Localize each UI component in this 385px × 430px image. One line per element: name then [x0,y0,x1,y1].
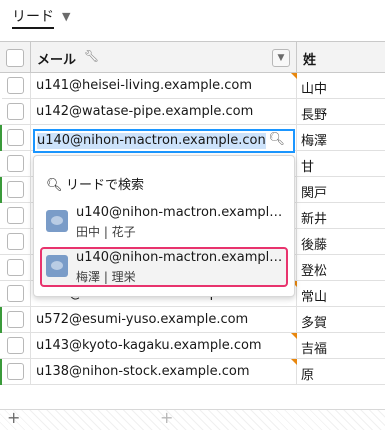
column-divider [30,255,31,281]
grid-header: メール 🔧︎ ▼ 姓 [0,41,385,73]
column-menu-button[interactable]: ▼ [272,49,290,67]
last-name-cell[interactable]: 甘 [301,156,314,175]
column-divider [30,125,31,151]
tab-leads[interactable]: リード [12,8,54,29]
lookup-result-item[interactable]: u140@nihon-mactron.example.c... 田中 | 花子 [40,202,288,242]
row-checkbox[interactable] [7,129,24,146]
search-icon: 🔍︎ [46,178,63,193]
lookup-result-name: 田中 | 花子 [76,225,136,239]
plus-icon[interactable]: + [7,408,20,427]
row-checkbox[interactable] [7,103,24,120]
row-checkbox[interactable] [7,181,24,198]
wrench-icon: 🔧︎ [84,49,100,63]
last-name-cell[interactable]: 原 [301,364,314,383]
row-checkbox[interactable] [7,155,24,172]
column-header-last-name[interactable]: 姓 [303,49,316,68]
row-checkbox[interactable] [7,363,24,380]
email-edit-value[interactable]: u140@nihon-mactron.example.con [37,133,266,149]
email-cell[interactable]: u572@esumi-yuso.example.com [36,312,248,327]
table-row[interactable]: u572@esumi-yuso.example.com 多賀 [0,307,385,333]
column-divider [30,281,31,307]
row-checkbox[interactable] [7,207,24,224]
column-divider [30,151,31,177]
last-name-cell[interactable]: 長野 [301,104,327,123]
column-divider [30,203,31,229]
lookup-result-name: 梅澤 | 理栄 [76,270,136,284]
plus-icon[interactable]: + [160,408,173,427]
last-name-cell[interactable]: 登松 [301,260,327,279]
column-divider [30,333,31,359]
lookup-dropdown: 🔍︎ リードで検索 u140@nihon-mactron.example.c...… [33,155,295,297]
last-name-cell[interactable]: 新井 [301,208,327,227]
column-divider [296,229,297,255]
search-icon[interactable]: 🔍︎ [268,132,285,147]
row-status-mark [0,307,2,333]
table-row[interactable]: u141@heisei-living.example.com 山中 [0,73,385,99]
column-divider [30,177,31,203]
table-row[interactable]: u138@nihon-stock.example.com 原 [0,359,385,385]
row-checkbox[interactable] [7,233,24,250]
last-name-cell[interactable]: 後藤 [301,234,327,253]
last-name-cell[interactable]: 吉福 [301,338,327,357]
table-row[interactable]: u142@watase-pipe.example.com 長野 [0,99,385,125]
last-name-cell[interactable]: 梅澤 [301,130,327,149]
lookup-result-item-highlighted[interactable]: u140@nihon-mactron.example.c... 梅澤 | 理栄 [40,247,288,287]
column-divider [296,151,297,177]
last-name-cell[interactable]: 山中 [301,78,327,97]
tab-menu-chevron-icon[interactable]: ▼ [62,10,70,23]
column-divider [30,359,31,385]
column-divider [296,42,297,72]
top-bar: リード ▼ [0,0,385,40]
email-cell[interactable]: u142@watase-pipe.example.com [36,104,253,119]
column-divider [296,99,297,125]
row-checkbox[interactable] [7,259,24,276]
column-divider [296,203,297,229]
select-all-checkbox[interactable] [6,49,24,67]
column-divider [30,99,31,125]
email-cell[interactable]: u138@nihon-stock.example.com [36,364,250,379]
chevron-down-icon: ▼ [277,53,285,63]
row-status-mark [0,73,2,99]
column-divider [30,73,31,99]
row-status-mark [0,177,2,203]
row-checkbox[interactable] [7,285,24,302]
row-checkbox[interactable] [7,337,24,354]
row-status-mark [0,125,2,151]
row-status-mark [0,359,2,385]
lookup-result-email: u140@nihon-mactron.example.c... [76,205,284,220]
last-name-cell[interactable]: 関戸 [301,182,327,201]
last-name-cell[interactable]: 常山 [301,286,327,305]
column-header-email[interactable]: メール [37,49,76,68]
column-divider [30,307,31,333]
email-cell[interactable]: u143@kyoto-kagaku.example.com [36,338,262,353]
column-divider [296,177,297,203]
column-divider [296,125,297,151]
lead-avatar-icon [46,255,68,277]
row-checkbox[interactable] [7,311,24,328]
column-divider [30,42,31,72]
email-cell[interactable]: u141@heisei-living.example.com [36,78,252,93]
column-divider [296,255,297,281]
lead-avatar-icon [46,210,68,232]
column-divider [296,307,297,333]
table-row[interactable]: u143@kyoto-kagaku.example.com 吉福 [0,333,385,359]
flag-marker [291,333,297,339]
flag-marker [291,73,297,79]
search-leads-label: リードで検索 [66,178,145,193]
lookup-result-email: u140@nihon-mactron.example.c... [76,250,284,265]
row-checkbox[interactable] [7,77,24,94]
flag-marker [291,359,297,365]
last-name-cell[interactable]: 多賀 [301,312,327,331]
column-divider [30,229,31,255]
add-row-bar: + + [0,408,385,430]
search-leads-option[interactable]: 🔍︎ リードで検索 [46,174,144,193]
email-edit-input[interactable]: u140@nihon-mactron.example.con 🔍︎ [33,129,295,153]
